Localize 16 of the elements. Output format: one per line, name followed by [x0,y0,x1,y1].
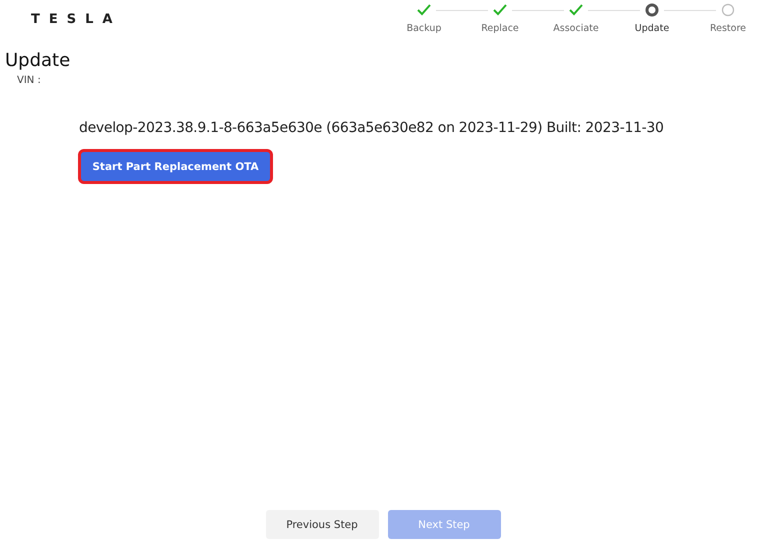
build-info: develop-2023.38.9.1-8-663a5e630e (663a5e630e82 on 2023-11-29) Built: 2023-11-30 [79,120,664,136]
step-label: Restore [710,23,746,34]
previous-step-button[interactable]: Previous Step [266,510,378,539]
step-label: Update [634,23,670,34]
pending-step-icon [721,3,735,17]
vin-label: VIN : [17,75,42,86]
step-label: Replace [481,23,519,34]
page-title: Update [5,50,72,71]
check-icon [417,4,431,16]
step-label: Associate [553,23,599,34]
check-icon [569,4,583,16]
current-step-icon [645,3,659,17]
logo: TESLA [31,12,122,27]
check-icon [493,4,507,16]
start-ota-button[interactable]: Start Part Replacement OTA [79,150,272,183]
step-label: Backup [406,23,442,34]
